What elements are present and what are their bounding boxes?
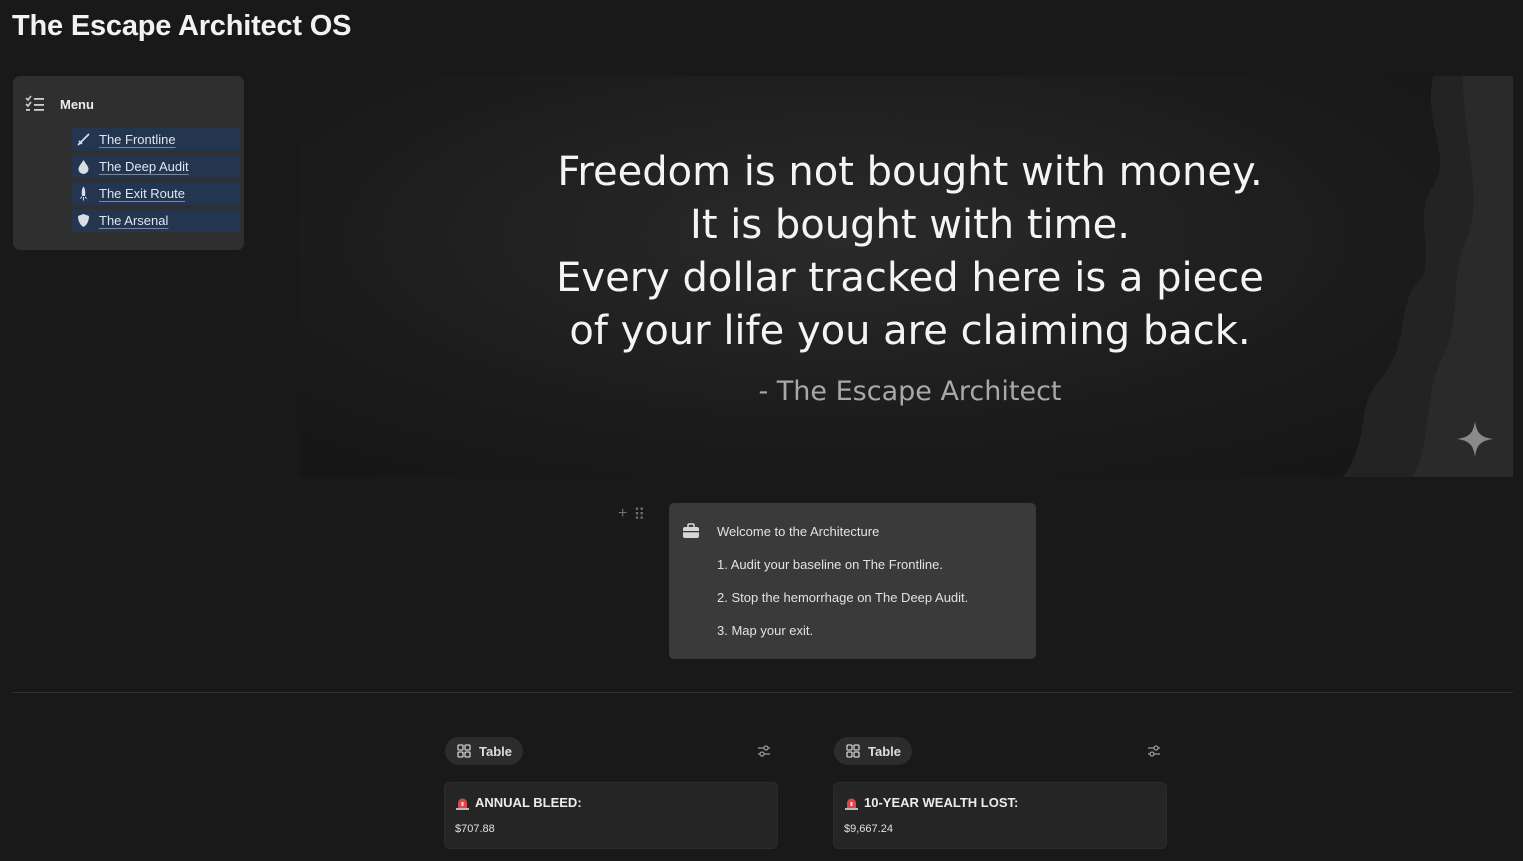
stat-title-text: ANNUAL BLEED:	[475, 795, 582, 810]
menu-list: The Frontline The Deep Audit The Exit Ro…	[72, 128, 240, 236]
sword-icon	[76, 132, 91, 147]
menu-card: Menu The Frontline The Deep Audit The Ex…	[13, 76, 244, 250]
menu-item-label: The Arsenal	[99, 213, 169, 228]
siren-icon	[845, 798, 858, 810]
settings-sliders-icon[interactable]	[757, 744, 771, 758]
menu-header: Menu	[25, 95, 94, 113]
page-title: The Escape Architect OS	[12, 10, 352, 42]
callout-step: 3. Map your exit.	[717, 623, 814, 638]
banner-quote: Freedom is not bought with money. It is …	[515, 146, 1305, 358]
stat-card[interactable]: ANNUAL BLEED: $707.88	[444, 782, 778, 849]
menu-item-label: The Frontline	[99, 132, 176, 147]
menu-item-label: The Deep Audit	[99, 159, 189, 174]
drop-icon	[76, 159, 91, 174]
quote-line: of your life you are claiming back.	[569, 308, 1251, 354]
cover-banner: Freedom is not bought with money. It is …	[300, 76, 1513, 477]
stat-value: $9,667.24	[844, 823, 893, 835]
stat-title-text: 10-YEAR WEALTH LOST:	[864, 795, 1019, 810]
view-tab-table[interactable]: Table	[445, 737, 523, 765]
checklist-icon	[25, 95, 44, 111]
stat-title: 10-YEAR WEALTH LOST:	[844, 795, 1018, 810]
welcome-callout: Welcome to the Architecture 1. Audit you…	[669, 503, 1036, 659]
view-tab-table[interactable]: Table	[834, 737, 912, 765]
settings-sliders-icon[interactable]	[1147, 744, 1161, 758]
menu-item-deep-audit[interactable]: The Deep Audit	[72, 155, 240, 178]
rocket-icon	[76, 186, 91, 201]
drag-handle-icon[interactable]: ⠿	[633, 505, 645, 525]
quote-attribution: - The Escape Architect	[758, 376, 1062, 407]
stat-card[interactable]: 10-YEAR WEALTH LOST: $9,667.24	[833, 782, 1167, 849]
briefcase-icon	[683, 523, 699, 538]
menu-item-arsenal[interactable]: The Arsenal	[72, 209, 240, 232]
siren-icon	[456, 798, 469, 810]
shield-icon	[76, 213, 91, 228]
callout-step: 1. Audit your baseline on The Frontline.	[717, 557, 943, 572]
grid-icon	[457, 744, 471, 758]
quote-line: Every dollar tracked here is a piece	[556, 255, 1264, 301]
grid-icon	[846, 744, 860, 758]
view-tab-label: Table	[479, 743, 512, 759]
menu-item-exit-route[interactable]: The Exit Route	[72, 182, 240, 205]
sparkle-icon	[1457, 421, 1493, 457]
add-block-icon[interactable]: +	[618, 505, 627, 525]
divider	[13, 692, 1513, 693]
menu-item-frontline[interactable]: The Frontline	[72, 128, 240, 151]
quote-line: Freedom is not bought with money.	[557, 149, 1263, 195]
view-tab-label: Table	[868, 743, 901, 759]
stat-title: ANNUAL BLEED:	[455, 795, 582, 810]
quote-line: It is bought with time.	[690, 202, 1130, 248]
menu-item-label: The Exit Route	[99, 186, 185, 201]
callout-step: 2. Stop the hemorrhage on The Deep Audit…	[717, 590, 969, 605]
menu-label: Menu	[60, 96, 94, 112]
stat-value: $707.88	[455, 823, 495, 835]
callout-title: Welcome to the Architecture	[717, 524, 880, 539]
block-handle[interactable]: + ⠿	[618, 505, 645, 525]
